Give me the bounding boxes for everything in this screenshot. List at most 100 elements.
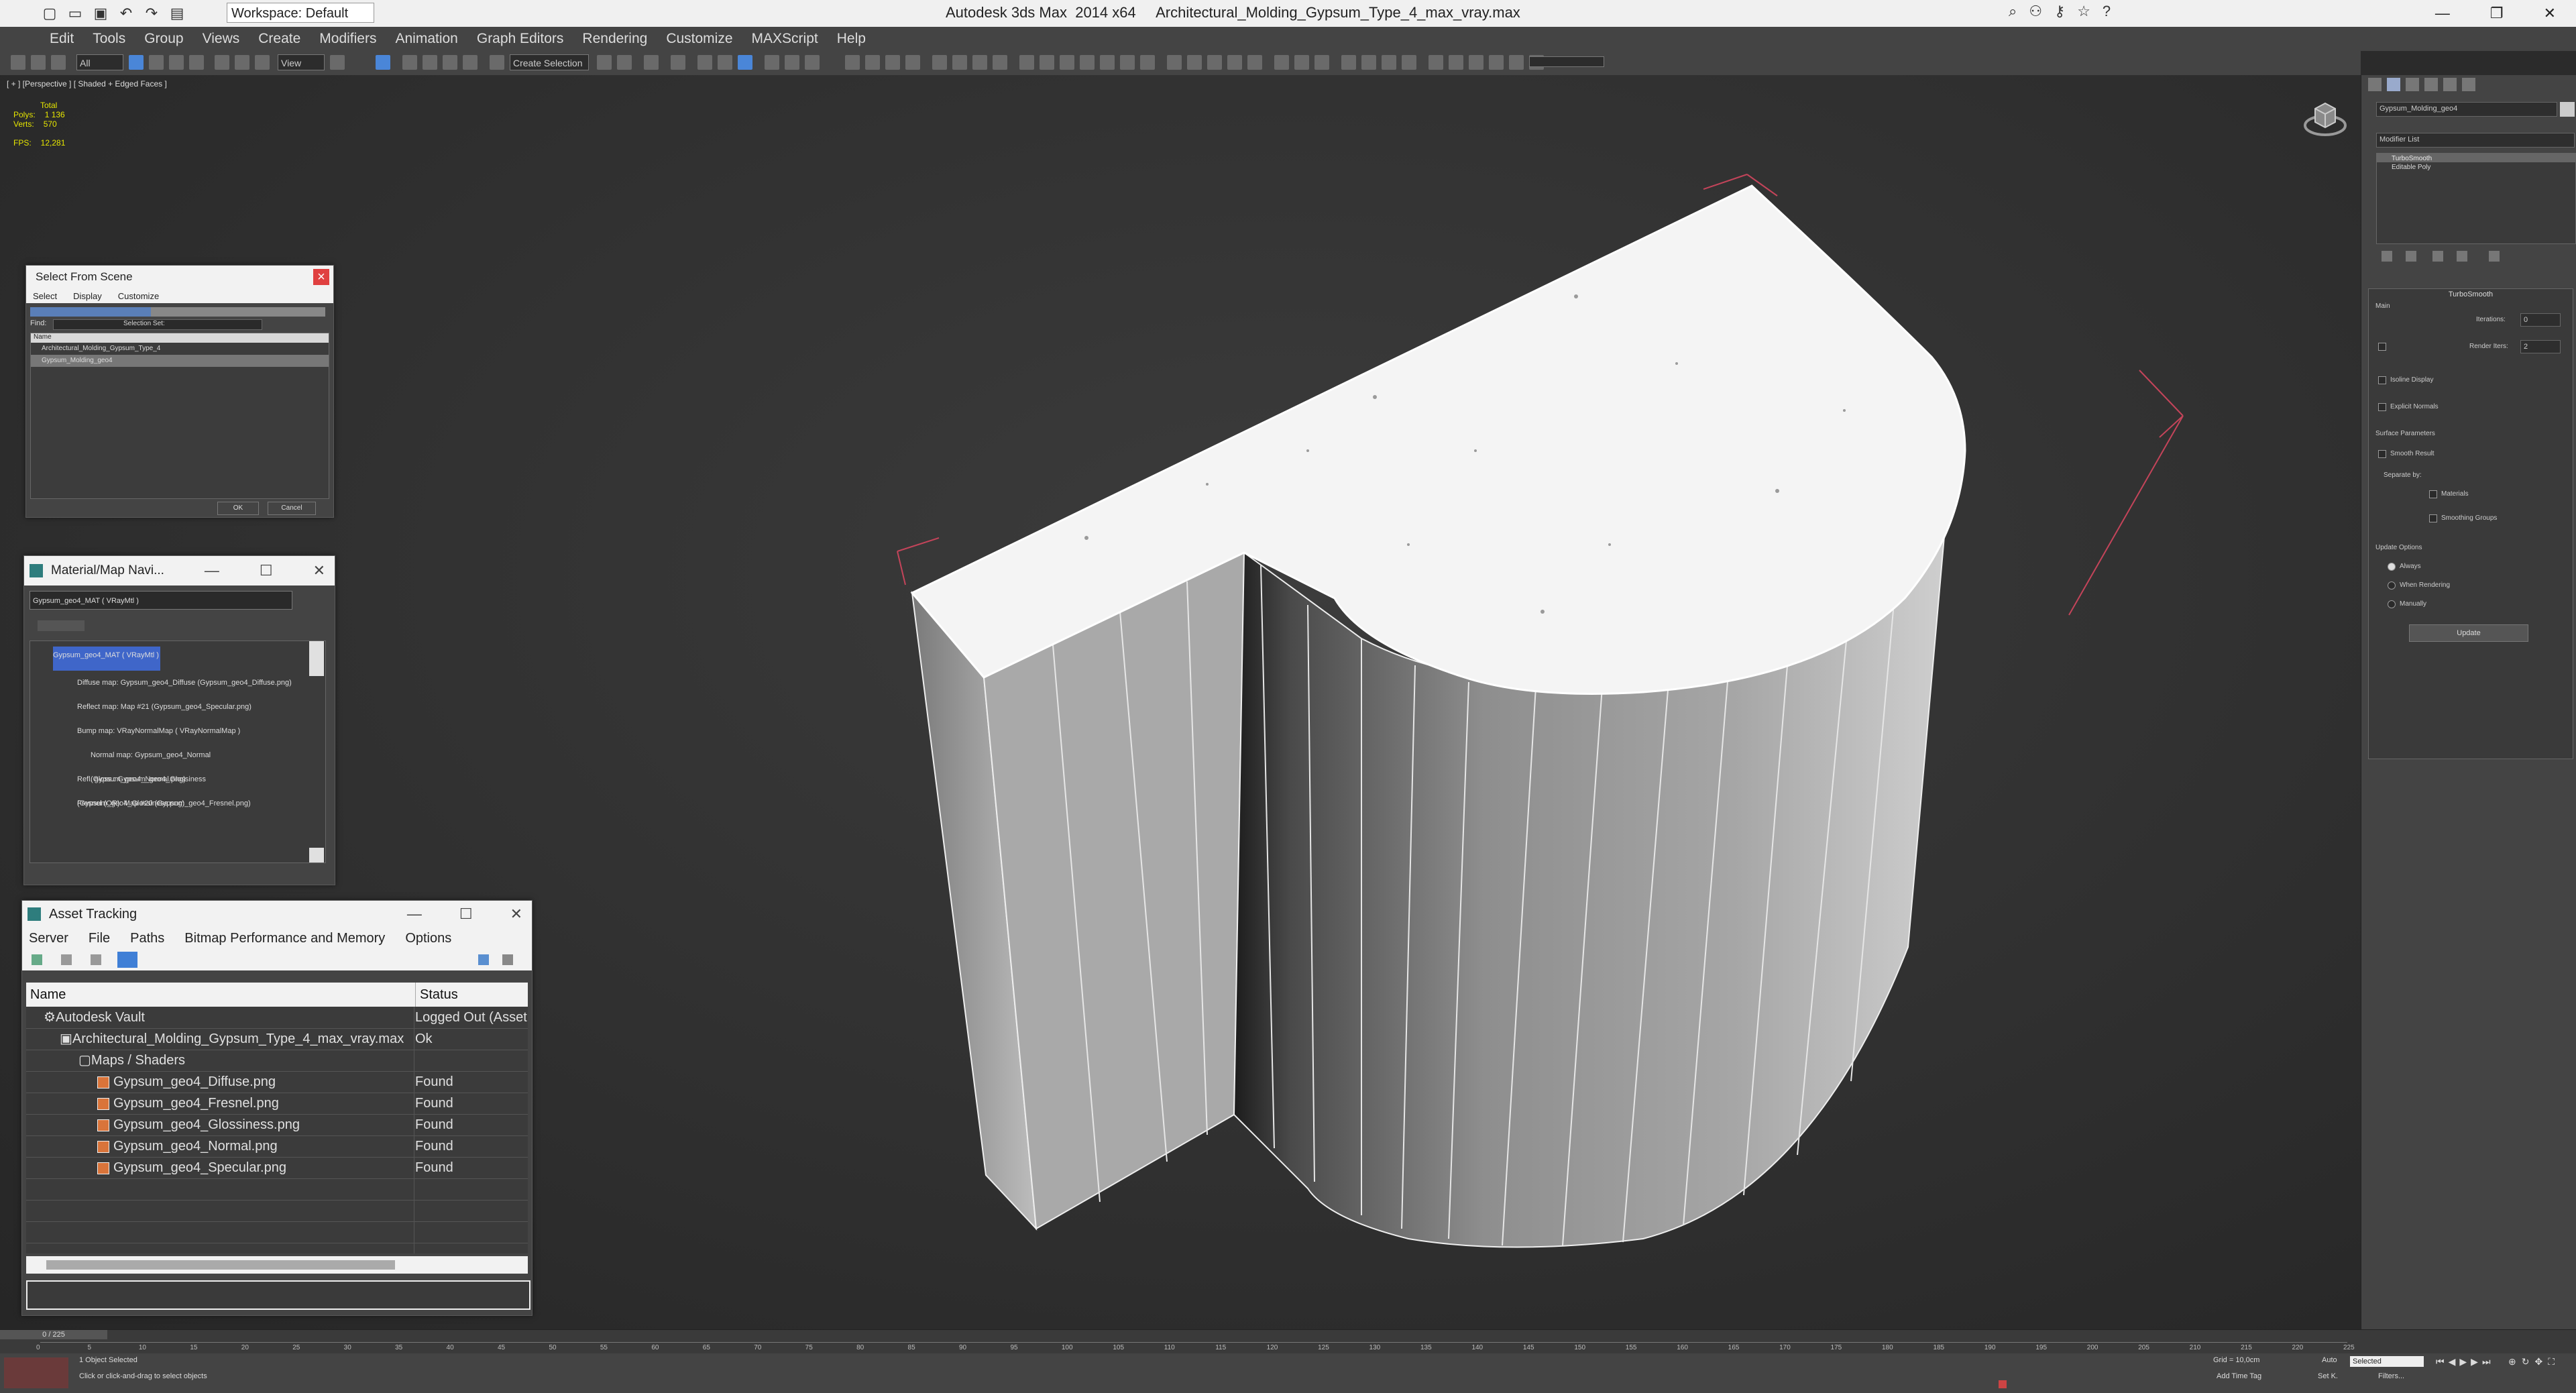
rollout-title[interactable]: TurboSmooth <box>2369 290 2573 298</box>
key-filter-dropdown[interactable]: Selected <box>2350 1356 2424 1367</box>
create-tab-icon[interactable] <box>2368 78 2382 91</box>
scripting-icon[interactable] <box>1509 55 1524 70</box>
key-icon[interactable]: ⚷ <box>2054 3 2065 20</box>
scrollbar-thumb[interactable] <box>46 1260 395 1270</box>
restore-button[interactable]: ❐ <box>2490 5 2504 22</box>
time-slider[interactable]: 0 / 225 <box>0 1330 107 1339</box>
orbit-icon[interactable]: ↻ <box>2522 1356 2530 1368</box>
horizontal-scrollbar[interactable] <box>26 1256 528 1274</box>
iterations-spinner[interactable]: 0 <box>2520 313 2561 327</box>
extra-dropdown[interactable] <box>1529 56 1604 67</box>
link-icon[interactable] <box>31 55 46 70</box>
smooth-result-checkbox[interactable] <box>2378 450 2386 458</box>
add-time-tag[interactable]: Add Time Tag <box>2217 1372 2261 1380</box>
paint-icon[interactable] <box>1314 55 1329 70</box>
menu-create[interactable]: Create <box>249 31 310 47</box>
minimize-button[interactable]: — <box>2435 5 2450 22</box>
redo-icon[interactable]: ↷ <box>142 4 161 23</box>
ok-button[interactable]: OK <box>217 502 259 515</box>
bend-modifier-icon[interactable] <box>1167 55 1182 70</box>
camera-icon[interactable] <box>1402 55 1416 70</box>
rotate-icon[interactable] <box>235 55 249 70</box>
graphite-toggle-icon[interactable] <box>671 55 685 70</box>
vray-frame-icon[interactable] <box>865 55 880 70</box>
menu-options[interactable]: Options <box>405 931 451 946</box>
timeline[interactable]: 0 / 225 0 5 10 15 20 25 30 35 40 45 50 55 60 65 70 75 80… <box>0 1329 2576 1354</box>
column-status[interactable]: Status <box>415 983 458 1007</box>
material-root-item[interactable]: Gypsum_geo4_MAT ( VRayMtl ) <box>33 647 301 671</box>
table-row[interactable]: Gypsum_geo4_Diffuse.png Found <box>26 1071 528 1093</box>
select-region-icon[interactable] <box>1341 55 1356 70</box>
sub-object-icon[interactable] <box>1382 55 1396 70</box>
unlink-icon[interactable] <box>51 55 66 70</box>
mirror-icon[interactable] <box>597 55 612 70</box>
scene-item[interactable]: Gypsum_Molding_geo4 <box>31 355 329 367</box>
menu-maxscript[interactable]: MAXScript <box>742 31 828 47</box>
ffd-modifier-icon[interactable] <box>1227 55 1242 70</box>
object-color-swatch[interactable] <box>2560 102 2575 117</box>
go-to-start-icon[interactable]: ⏮ <box>2436 1356 2445 1368</box>
smoothing-groups-checkbox[interactable] <box>2429 514 2437 522</box>
update-button[interactable]: Update <box>2409 624 2528 642</box>
save-icon[interactable]: ▣ <box>91 4 110 23</box>
scale-icon[interactable] <box>255 55 270 70</box>
table-row[interactable]: Gypsum_geo4_Specular.png Found <box>26 1157 528 1178</box>
isoline-checkbox[interactable] <box>2378 376 2386 384</box>
select-by-name-icon[interactable] <box>149 55 164 70</box>
materials-checkbox[interactable] <box>2429 490 2437 498</box>
menu-edit[interactable]: Edit <box>40 31 83 47</box>
render-production-icon[interactable] <box>805 55 820 70</box>
undo-tool-icon[interactable] <box>11 55 25 70</box>
table-row[interactable]: Gypsum_geo4_Normal.png Found <box>26 1135 528 1157</box>
workspace-dropdown[interactable]: Workspace: Default <box>227 3 374 23</box>
cylinder-create-icon[interactable] <box>1060 55 1074 70</box>
material-editor-icon[interactable] <box>738 55 752 70</box>
select-object-icon[interactable] <box>129 55 144 70</box>
layer-manager-icon[interactable] <box>644 55 659 70</box>
material-map-item[interactable]: Bump map: VRayNormalMap ( VRayNormalMap … <box>33 719 301 743</box>
open-file-icon[interactable]: ▭ <box>66 4 85 23</box>
align-icon[interactable] <box>617 55 632 70</box>
display-tab-icon[interactable] <box>2443 78 2457 91</box>
table-view-icon[interactable] <box>117 952 137 968</box>
selection-filter-dropdown[interactable]: All <box>76 54 123 70</box>
table-row[interactable]: ▣Architectural_Molding_Gypsum_Type_4_max… <box>26 1028 528 1050</box>
material-name-field[interactable]: Gypsum_geo4_MAT ( VRayMtl ) <box>30 591 292 610</box>
light-create-icon[interactable] <box>1120 55 1135 70</box>
window-crossing-icon[interactable] <box>189 55 204 70</box>
hierarchy-tab-icon[interactable] <box>2406 78 2419 91</box>
material-map-item[interactable]: Fresnel (OR): Map #20 (Gypsum_geo4_Fresn… <box>33 791 301 816</box>
material-map-item[interactable]: Refl. gloss.: Gypsum_geo4_Glossiness (Gy… <box>33 767 301 807</box>
utilities-tab-icon[interactable] <box>2462 78 2475 91</box>
teapot-icon[interactable] <box>1274 55 1289 70</box>
curve-editor-icon[interactable] <box>697 55 712 70</box>
sun-create-icon[interactable] <box>1140 55 1155 70</box>
modifier-editable-poly[interactable]: Editable Poly <box>2377 162 2575 171</box>
named-selection-dropdown[interactable]: Create Selection Se <box>510 54 589 85</box>
menu-file[interactable]: File <box>89 931 110 946</box>
vray-fur-icon[interactable] <box>972 55 987 70</box>
menu-group[interactable]: Group <box>135 31 192 47</box>
material-map-item[interactable]: Normal map: Gypsum_geo4_Normal (Gypsum_g… <box>33 743 301 783</box>
spinner-snap-icon[interactable] <box>463 55 478 70</box>
spacewarp-icon[interactable] <box>1449 55 1463 70</box>
explicit-normals-checkbox[interactable] <box>2378 403 2386 411</box>
zoom-icon[interactable]: ⊕ <box>2508 1356 2516 1368</box>
box-create-icon[interactable] <box>1019 55 1034 70</box>
menu-bitmap-performance[interactable]: Bitmap Performance and Memory <box>184 931 385 946</box>
key-filters-button[interactable]: Filters... <box>2378 1372 2404 1380</box>
menu-help[interactable]: Help <box>828 31 875 47</box>
close-button[interactable]: ✕ <box>313 562 325 579</box>
select-manipulate-icon[interactable] <box>376 55 390 70</box>
pan-icon[interactable]: ✥ <box>2534 1356 2542 1368</box>
previous-frame-icon[interactable]: ◀ <box>2449 1356 2456 1368</box>
search-icon[interactable]: ⌕ <box>2009 3 2017 20</box>
move-icon[interactable] <box>215 55 229 70</box>
render-setup-icon[interactable] <box>765 55 779 70</box>
project-folder-icon[interactable]: ▤ <box>168 4 186 23</box>
menu-select[interactable]: Select <box>33 291 57 301</box>
close-icon[interactable]: × <box>313 269 329 285</box>
vray-plane-icon[interactable] <box>993 55 1007 70</box>
scene-item[interactable]: Architectural_Molding_Gypsum_Type_4 <box>31 343 329 355</box>
scrollbar-thumb[interactable] <box>309 641 324 676</box>
